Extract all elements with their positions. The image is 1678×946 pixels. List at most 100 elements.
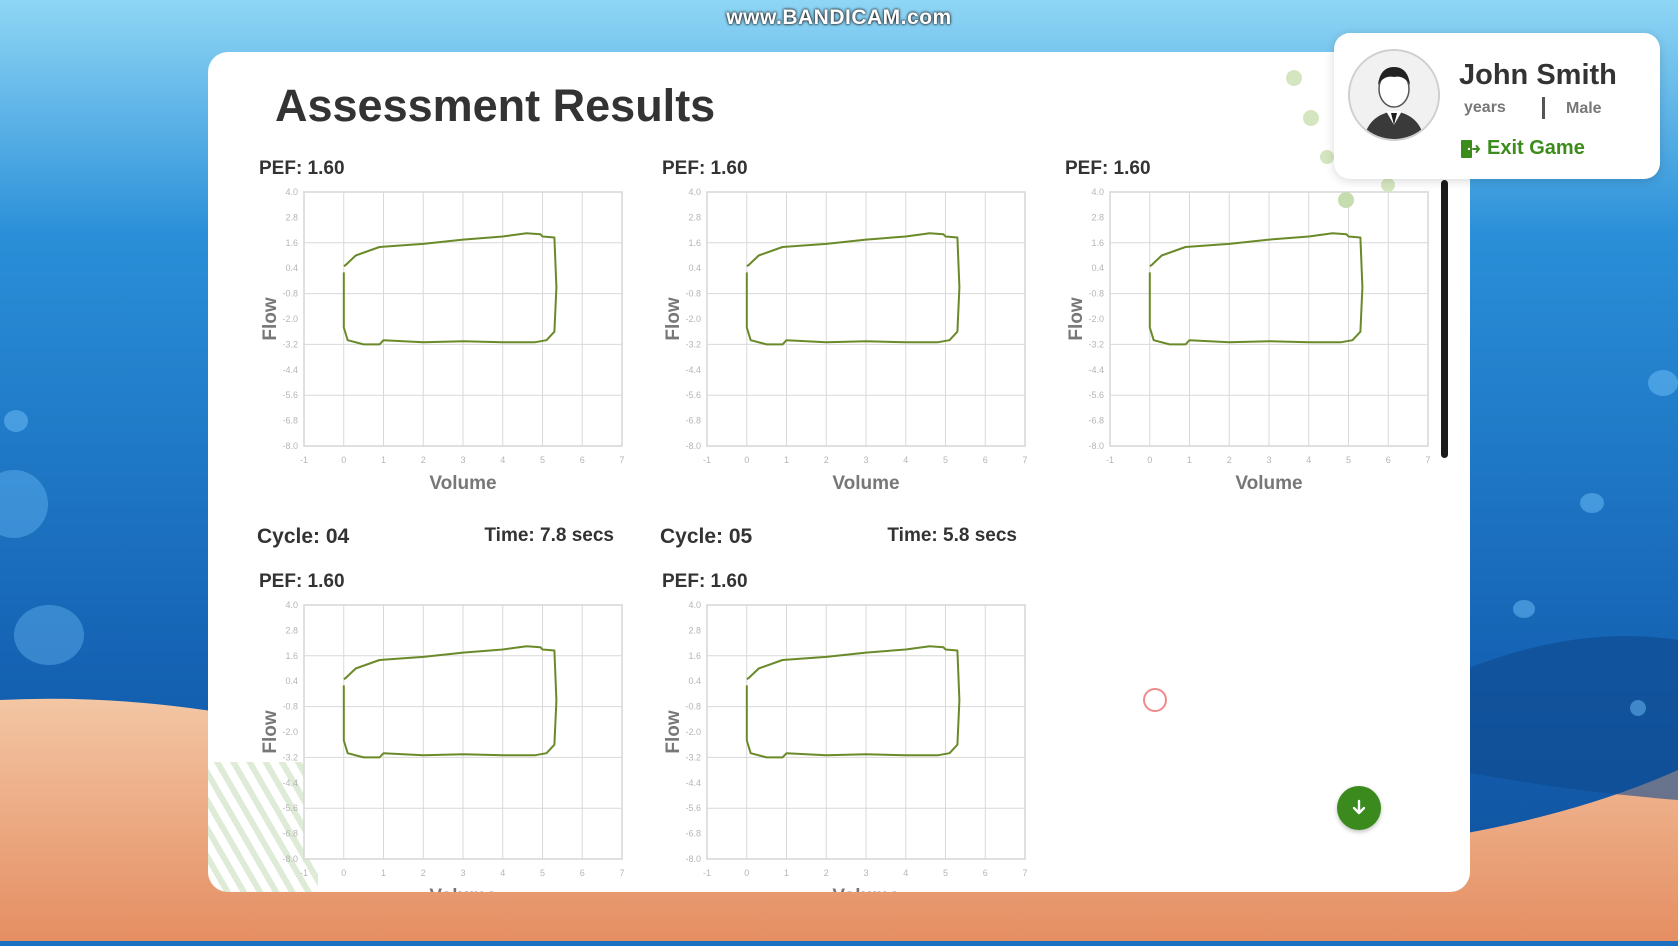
flow-volume-chart: 4.0 2.8 1.6 0.4 -0.8 -2.0 -3.2 -4.4 -5.6 -6.8 -8.0…: [1066, 187, 1431, 494]
time-label: Time: 5.8 secs: [887, 525, 1017, 546]
cursor-indicator: [1143, 688, 1167, 712]
y-axis-label: Flow: [260, 710, 281, 753]
chart-card-5: Cycle: 05 Time: 5.8 secs PEF: 1.60 4.0 2.…: [657, 525, 1037, 892]
x-tick-label: 7: [1022, 868, 1027, 878]
x-tick-label: 5: [943, 455, 948, 465]
chart-card-3: PEF: 1.60 4.0 2.8 1.6 0.4 -0.8 -2.0 -3.2 -4.4 -5…: [1060, 158, 1440, 518]
arrow-down-icon: [1352, 799, 1366, 815]
x-tick-label: 1: [784, 455, 789, 465]
y-tick-label: -6.8: [685, 416, 701, 426]
exit-game-button[interactable]: Exit Game: [1459, 137, 1585, 160]
y-tick-label: -0.8: [282, 702, 298, 712]
x-tick-label: 5: [540, 455, 545, 465]
y-tick-label: -0.8: [685, 289, 701, 299]
y-tick-label: -6.8: [282, 416, 298, 426]
bubble-decoration: [1513, 600, 1535, 618]
x-tick-label: 4: [903, 455, 908, 465]
y-tick-label: -2.0: [1088, 314, 1104, 324]
y-axis-label: Flow: [663, 297, 684, 340]
x-tick-label: 6: [580, 455, 585, 465]
y-axis-label: Flow: [663, 710, 684, 753]
y-tick-label: 1.6: [285, 651, 298, 661]
scrollbar[interactable]: [1441, 180, 1448, 458]
pef-label: PEF: 1.60: [259, 571, 345, 592]
y-tick-label: -4.4: [685, 778, 701, 788]
x-tick-label: 3: [863, 455, 868, 465]
x-tick-label: 4: [500, 455, 505, 465]
x-tick-label: 4: [500, 868, 505, 878]
y-tick-label: 4.0: [285, 600, 298, 610]
x-tick-label: 6: [580, 868, 585, 878]
x-tick-label: 3: [1266, 455, 1271, 465]
y-tick-label: -5.6: [685, 803, 701, 813]
flow-volume-chart: 4.0 2.8 1.6 0.4 -0.8 -2.0 -3.2 -4.4 -5.6 -6.8 -8.0…: [663, 600, 1028, 892]
y-tick-label: -6.8: [1088, 416, 1104, 426]
y-tick-label: -0.8: [282, 289, 298, 299]
y-axis-label: Flow: [260, 297, 281, 340]
x-tick-label: 2: [421, 455, 426, 465]
y-tick-label: 4.0: [285, 187, 298, 197]
x-axis-label: Volume: [832, 473, 899, 494]
flow-volume-chart: 4.0 2.8 1.6 0.4 -0.8 -2.0 -3.2 -4.4 -5.6 -6.8 -8.0…: [260, 187, 625, 494]
x-tick-label: 0: [341, 455, 346, 465]
cycle-label: Cycle: 04: [257, 525, 350, 548]
x-tick-label: 5: [1346, 455, 1351, 465]
page-title: Assessment Results: [275, 80, 716, 131]
bubble-decoration: [1630, 700, 1646, 716]
x-tick-label: -1: [300, 868, 308, 878]
y-tick-label: -8.0: [685, 441, 701, 451]
x-tick-label: 0: [744, 455, 749, 465]
y-tick-label: 2.8: [688, 625, 701, 635]
bubble-decoration: [1381, 178, 1395, 192]
y-tick-label: 1.6: [1091, 238, 1104, 248]
y-tick-label: -3.2: [1088, 339, 1104, 349]
exit-door-icon: [1461, 139, 1480, 158]
bubble-decoration: [4, 410, 28, 432]
x-tick-label: 1: [381, 455, 386, 465]
y-tick-label: 2.8: [285, 625, 298, 635]
y-tick-label: -0.8: [685, 702, 701, 712]
y-tick-label: 4.0: [688, 600, 701, 610]
bubble-decoration: [14, 605, 84, 665]
x-tick-label: -1: [703, 868, 711, 878]
bubble-decoration: [1580, 493, 1604, 513]
x-tick-label: 7: [619, 868, 624, 878]
pef-label: PEF: 1.60: [1065, 158, 1151, 179]
x-tick-label: 0: [744, 868, 749, 878]
y-tick-label: -8.0: [685, 854, 701, 864]
y-tick-label: -6.8: [685, 829, 701, 839]
y-tick-label: -4.4: [685, 365, 701, 375]
user-gender: Male: [1566, 100, 1602, 117]
x-tick-label: 7: [1425, 455, 1430, 465]
y-tick-label: -5.6: [1088, 390, 1104, 400]
x-tick-label: 7: [619, 455, 624, 465]
x-tick-label: 4: [1306, 455, 1311, 465]
scroll-down-button[interactable]: [1337, 786, 1381, 830]
y-tick-label: -4.4: [282, 365, 298, 375]
y-axis-label: Flow: [1066, 297, 1087, 340]
y-tick-label: -3.2: [685, 752, 701, 762]
y-tick-label: 0.4: [285, 263, 298, 273]
x-tick-label: -1: [300, 455, 308, 465]
y-tick-label: 0.4: [688, 263, 701, 273]
user-name: John Smith: [1459, 59, 1617, 91]
y-tick-label: 0.4: [1091, 263, 1104, 273]
chart-card-4: Cycle: 04 Time: 7.8 secs PEF: 1.60 4.0 2.…: [254, 525, 634, 892]
y-tick-label: 0.4: [688, 676, 701, 686]
y-tick-label: -4.4: [1088, 365, 1104, 375]
y-tick-label: 2.8: [1091, 212, 1104, 222]
y-tick-label: 4.0: [1091, 187, 1104, 197]
x-tick-label: 3: [460, 455, 465, 465]
y-tick-label: 4.0: [688, 187, 701, 197]
x-tick-label: 0: [1147, 455, 1152, 465]
divider: [1542, 97, 1545, 119]
pef-label: PEF: 1.60: [662, 571, 748, 592]
bubble-decoration: [1648, 370, 1678, 396]
user-profile-card: John Smith years Male Exit Game: [1334, 33, 1660, 179]
y-tick-label: -6.8: [282, 829, 298, 839]
time-label: Time: 7.8 secs: [484, 525, 614, 546]
x-axis-label: Volume: [832, 886, 899, 892]
bubble-decoration: [1320, 150, 1334, 164]
pef-label: PEF: 1.60: [662, 158, 748, 179]
x-tick-label: 4: [903, 868, 908, 878]
